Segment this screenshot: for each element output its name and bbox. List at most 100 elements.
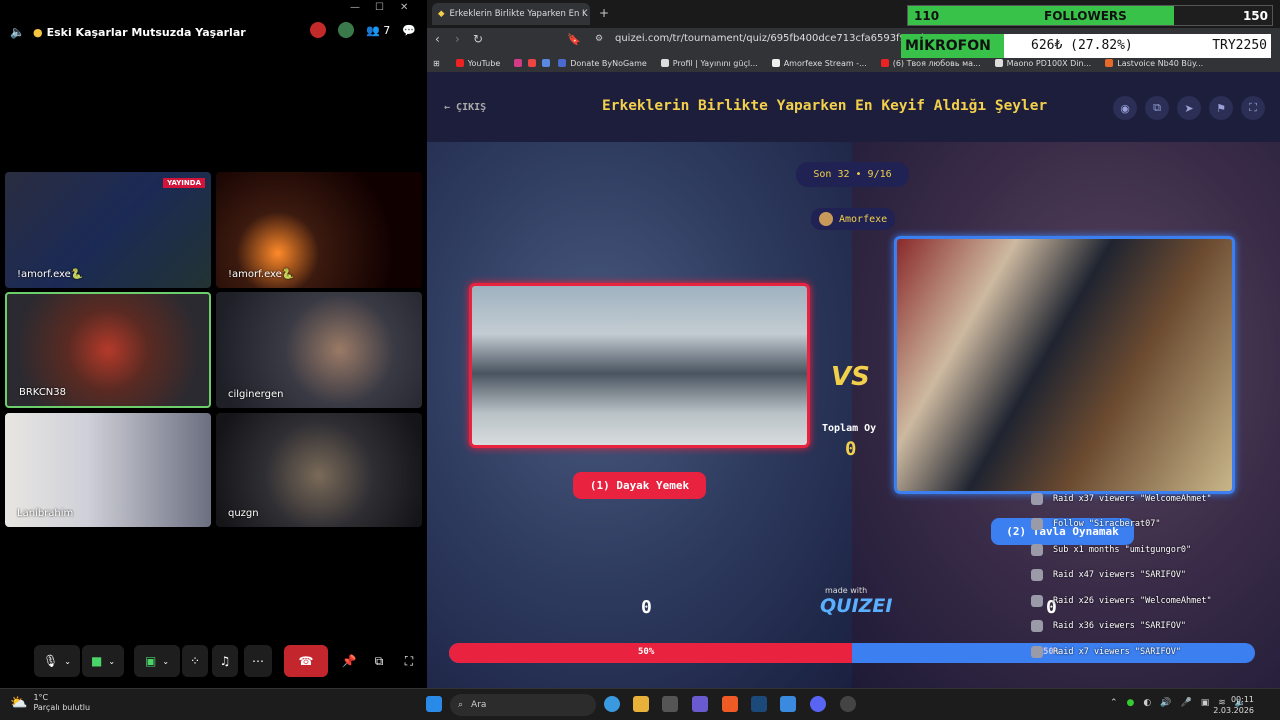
- volume-icon[interactable]: 🔊: [1160, 698, 1171, 708]
- soundboard-button[interactable]: ♫: [212, 645, 238, 677]
- discord-icon[interactable]: [810, 696, 826, 712]
- screen-share-button[interactable]: ▣ ⌄: [134, 645, 180, 677]
- end-call-button[interactable]: ☎: [284, 645, 328, 677]
- bookmark-icon[interactable]: 🔖: [567, 33, 581, 46]
- forward-icon[interactable]: ›: [455, 32, 460, 46]
- bookmark-profil[interactable]: Profil | Yayınını güçl...: [660, 59, 758, 68]
- score-left: 0: [641, 597, 652, 618]
- start-icon[interactable]: [426, 696, 442, 712]
- mikrofon-target: TRY2250: [1212, 38, 1267, 53]
- bookmark-instagram[interactable]: [514, 59, 523, 67]
- percent-left: 50%: [638, 647, 655, 657]
- quizei-logo[interactable]: QUIZEI: [820, 595, 892, 617]
- chevron-down-icon: ⌄: [64, 656, 71, 666]
- chat-icon[interactable]: 💬: [402, 24, 416, 37]
- taskbar-search[interactable]: ⌕ Ara: [450, 694, 596, 716]
- close-icon[interactable]: ✕: [400, 2, 408, 13]
- quiz-header: ← ÇIKIŞ Erkeklerin Birlikte Yaparken En …: [427, 72, 1280, 142]
- copy-icon[interactable]: ⧉: [1145, 96, 1169, 120]
- chevron-up-icon[interactable]: ⌃: [1110, 698, 1118, 708]
- eye-icon[interactable]: ◉: [1113, 96, 1137, 120]
- option-2-image[interactable]: [894, 236, 1235, 494]
- bookmark-misc[interactable]: [542, 59, 551, 67]
- new-tab-button[interactable]: +: [599, 6, 609, 20]
- more-icon: ⋯: [252, 654, 264, 668]
- camera-button[interactable]: ■ ⌄: [82, 645, 124, 677]
- minimize-icon[interactable]: —: [350, 2, 360, 13]
- mic-button[interactable]: 🎙 ⌄: [34, 645, 80, 677]
- explorer-icon[interactable]: [633, 696, 649, 712]
- maximize-icon[interactable]: ☐: [375, 2, 384, 13]
- tray-app-icon[interactable]: ●: [1127, 698, 1135, 708]
- fullscreen-button[interactable]: ⛶: [398, 645, 420, 677]
- event-item: Raid x26 viewers "WelcomeAhmet": [1031, 588, 1271, 614]
- clock[interactable]: 00:11 2.03.2026: [1213, 694, 1254, 716]
- participants-button[interactable]: 👥 7: [366, 24, 390, 37]
- event-text: Sub x1 months "umitgungor0": [1053, 544, 1192, 555]
- exit-button[interactable]: ← ÇIKIŞ: [444, 102, 486, 113]
- participant-count: 7: [383, 23, 391, 37]
- flag-icon[interactable]: ⚑: [1209, 96, 1233, 120]
- app-icon[interactable]: [662, 696, 678, 712]
- url-field[interactable]: quizei.com/tr/tournament/quiz/695fb400dc…: [615, 33, 936, 44]
- tab-quiz[interactable]: ◆ Erkeklerin Birlikte Yaparken En K ✕: [432, 3, 590, 25]
- apps-icon[interactable]: ⊞: [433, 59, 440, 68]
- share-icon[interactable]: ➤: [1177, 96, 1201, 120]
- pin-button[interactable]: 📌: [338, 645, 360, 677]
- video-tile-1[interactable]: YAYINDA !amorf.exe🐍: [5, 172, 211, 288]
- speaker-icon[interactable]: 🔈: [10, 25, 25, 39]
- tray-app-icon[interactable]: ◐: [1143, 698, 1151, 708]
- brave-icon[interactable]: [722, 696, 738, 712]
- video-tile-3[interactable]: BRKCN38: [5, 292, 211, 408]
- total-votes-label: Toplam Oy: [822, 423, 877, 434]
- option-1-button[interactable]: (1) Dayak Yemek: [573, 472, 706, 499]
- raid-icon: [1031, 594, 1043, 607]
- camera-icon: ■: [90, 654, 103, 668]
- followers-goal-value: 150: [1242, 9, 1268, 23]
- tab-favicon-icon: ◆: [438, 9, 445, 19]
- search-placeholder: Ara: [471, 700, 487, 710]
- teams-icon[interactable]: [692, 696, 708, 712]
- tab-title: Erkeklerin Birlikte Yaparken En K: [449, 9, 588, 19]
- call-title: Eski Kaşarlar Mutsuzda Yaşarlar: [46, 25, 246, 39]
- popout-button[interactable]: ⧉: [368, 645, 390, 677]
- more-button[interactable]: ⋯: [244, 645, 272, 677]
- video-tile-2[interactable]: !amorf.exe🐍: [216, 172, 422, 288]
- video-tile-5[interactable]: Lanibrahim: [5, 413, 211, 527]
- made-with-label: made with: [825, 586, 868, 595]
- reload-icon[interactable]: ↻: [473, 32, 483, 46]
- site-icon: [542, 59, 551, 67]
- option-1-image[interactable]: [469, 283, 810, 448]
- chevron-down-icon: ⌄: [108, 656, 116, 666]
- edge-icon[interactable]: [604, 696, 620, 712]
- fullscreen-icon: ⛶: [404, 653, 414, 668]
- bookmark-donate[interactable]: Donate ByNoGame: [558, 59, 647, 68]
- bookmark-youtube[interactable]: YouTube: [455, 59, 500, 68]
- activities-button[interactable]: ⁘: [182, 645, 208, 677]
- bookmark-lastvoice[interactable]: Lastvoice Nb40 Büy...: [1105, 59, 1203, 68]
- creator-badge[interactable]: Amorfexe: [811, 208, 896, 230]
- bookmark-gmail[interactable]: [528, 59, 537, 67]
- tile-name: !amorf.exe🐍: [17, 269, 84, 280]
- video-tile-4[interactable]: cilginergen: [216, 292, 422, 408]
- bookmark-russian[interactable]: (6) Твоя любовь ма...: [880, 59, 981, 68]
- bookmark-maono[interactable]: Maono PD100X Din...: [994, 59, 1091, 68]
- fullscreen-icon[interactable]: ⛶: [1241, 96, 1265, 120]
- site-info-icon[interactable]: ⚙: [595, 34, 603, 44]
- raid-icon: [1031, 492, 1043, 505]
- tile-name: BRKCN38: [19, 387, 67, 398]
- bookmark-amorfexe[interactable]: Amorfexe Stream -...: [771, 59, 867, 68]
- activity-icon[interactable]: [338, 22, 355, 38]
- weather-widget[interactable]: ⛅ 1°C Parçalı bulutlu: [10, 693, 90, 713]
- app-icon[interactable]: [780, 696, 796, 712]
- obs-icon[interactable]: [840, 696, 856, 712]
- search-icon: ⌕: [458, 700, 464, 710]
- raid-icon: [1031, 645, 1043, 658]
- back-icon[interactable]: ‹: [435, 32, 440, 46]
- video-tile-6[interactable]: quzgn: [216, 413, 422, 527]
- network-icon[interactable]: ▣: [1201, 698, 1210, 708]
- record-icon[interactable]: [310, 22, 327, 38]
- bookmark-label: Lastvoice Nb40 Büy...: [1117, 58, 1204, 68]
- mic-icon[interactable]: 🎤: [1180, 698, 1191, 708]
- steam-icon[interactable]: [751, 696, 767, 712]
